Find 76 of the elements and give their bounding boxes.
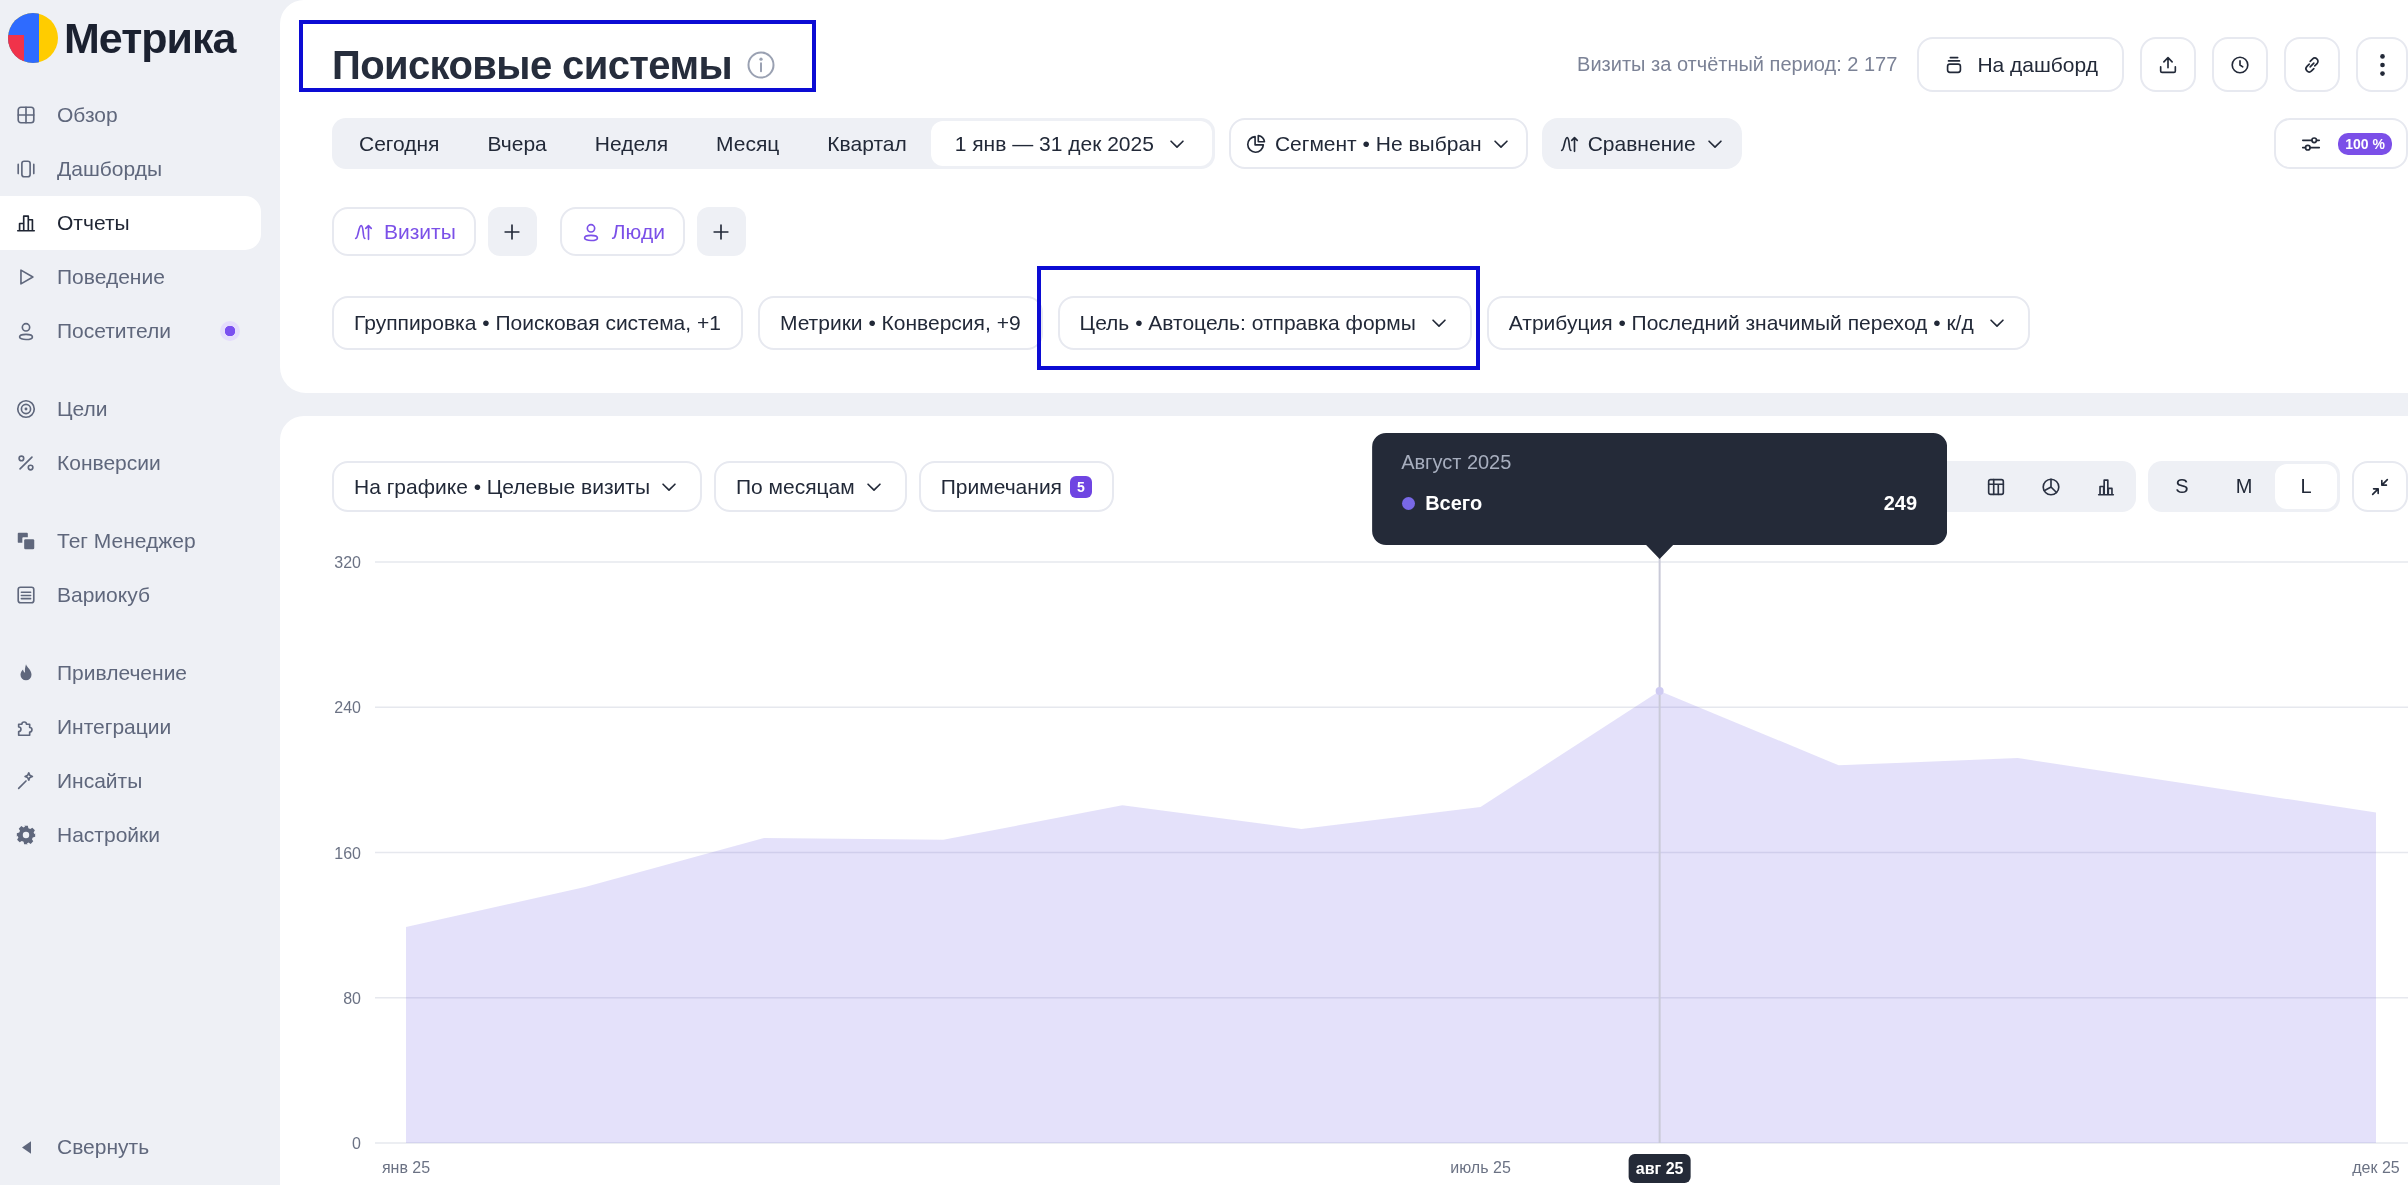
period-tab[interactable]: Квартал xyxy=(803,121,931,166)
sidebar-item[interactable]: Цели xyxy=(0,382,261,436)
add-to-dashboard-button[interactable]: На дашборд xyxy=(1917,37,2124,92)
y-axis-label: 320 xyxy=(334,554,361,571)
sidebar-item[interactable]: Инсайты xyxy=(0,754,261,808)
segment-dropdown[interactable]: Сегмент • Не выбран xyxy=(1228,118,1528,169)
pie-chart-icon xyxy=(2039,475,2062,498)
size-tab[interactable]: M xyxy=(2213,464,2275,509)
sidebar-item[interactable]: Привлечение xyxy=(0,646,261,700)
x-axis-label: июль 25 xyxy=(1450,1159,1511,1176)
bar-chart-icon xyxy=(15,212,37,234)
size-tab[interactable]: S xyxy=(2151,464,2213,509)
squares-icon xyxy=(15,530,37,552)
filter-dropdown[interactable]: Атрибуция • Последний значимый переход • к/д xyxy=(1486,296,2030,350)
settings-button[interactable]: 100 % xyxy=(2274,118,2408,169)
filter-dropdown[interactable]: Группировка • Поисковая система, +1 xyxy=(332,296,743,350)
period-tab[interactable]: Неделя xyxy=(570,121,693,166)
sidebar-item[interactable]: Интеграции xyxy=(0,700,261,754)
copy-link-button[interactable] xyxy=(2284,37,2340,92)
carousel-icon xyxy=(15,158,37,180)
sidebar-item[interactable]: Дашборды xyxy=(0,142,261,196)
notes-count-badge: 5 xyxy=(1070,475,1092,498)
pie-icon xyxy=(1244,132,1267,155)
chart-series-dropdown[interactable]: На графике • Целевые визиты xyxy=(332,461,702,512)
sidebar-item[interactable]: Конверсии xyxy=(0,436,261,490)
collapse-sidebar-button[interactable]: Свернуть xyxy=(0,1120,261,1174)
target-icon xyxy=(15,398,37,420)
date-range-dropdown[interactable]: 1 янв — 31 дек 2025 xyxy=(930,121,1212,166)
size-tab[interactable]: L xyxy=(2275,464,2337,509)
grid-icon xyxy=(15,104,37,126)
tooltip-series-label: Всего xyxy=(1425,491,1483,515)
filter-dropdown[interactable]: Метрики • Конверсия, +9 xyxy=(757,296,1043,350)
y-axis-label: 0 xyxy=(352,1135,361,1152)
sidebar-item[interactable]: Отчеты xyxy=(0,196,261,250)
more-icon xyxy=(2379,53,2385,76)
info-icon[interactable] xyxy=(746,49,776,80)
percent-badge: 100 % xyxy=(2338,132,2392,155)
add-button[interactable] xyxy=(487,207,537,256)
visits-total-text: Визиты за отчётный период: 2 177 xyxy=(1577,53,1898,76)
y-axis-label: 80 xyxy=(343,989,361,1007)
sidebar-item[interactable]: Вариокуб xyxy=(0,568,261,622)
grouping-dropdown[interactable]: По месяцам xyxy=(714,461,907,512)
caret-left-icon xyxy=(22,1140,31,1154)
percent-icon xyxy=(15,452,37,474)
hover-date-label: авг 25 xyxy=(1628,1154,1691,1183)
logo-icon xyxy=(8,13,58,63)
y-axis-label: 240 xyxy=(334,699,361,717)
period-tab[interactable]: Сегодня xyxy=(335,121,464,166)
history-button[interactable] xyxy=(2212,37,2268,92)
filter-dropdown[interactable]: Цель • Автоцель: отправка формы xyxy=(1057,296,1472,350)
point-marker-icon xyxy=(1655,686,1664,695)
sidebar-item[interactable]: Обзор xyxy=(0,88,261,142)
comparison-dropdown[interactable]: Сравнение xyxy=(1541,118,1742,169)
page-title: Поисковые системы xyxy=(332,44,732,85)
sidebar-item[interactable]: Настройки xyxy=(0,808,261,862)
sidebar-item[interactable]: Посетители xyxy=(0,304,261,358)
x-axis-label: дек 25 xyxy=(2352,1159,2400,1176)
x-tick-label: авг 25 xyxy=(1635,1160,1684,1177)
add-button[interactable] xyxy=(696,207,746,256)
sidebar-item[interactable]: Поведение xyxy=(0,250,261,304)
x-axis-label: янв 25 xyxy=(381,1159,431,1176)
period-tab[interactable]: Вчера xyxy=(463,121,571,166)
metric-chip[interactable]: Люди xyxy=(559,207,685,256)
metric-chip[interactable]: Визиты xyxy=(332,207,476,256)
clock-icon xyxy=(2229,53,2251,76)
logo-text: Метрика xyxy=(64,13,236,63)
tooltip-title: Август 2025 xyxy=(1401,450,1513,475)
export-button[interactable] xyxy=(2140,37,2196,92)
minimize-button[interactable] xyxy=(2352,461,2408,512)
period-tab[interactable]: Месяц xyxy=(692,121,804,166)
sidebar-item[interactable]: Тег Менеджер xyxy=(0,514,261,568)
y-axis-label: 160 xyxy=(334,844,361,862)
document-icon xyxy=(15,584,37,606)
tooltip-value: 249 xyxy=(1883,491,1918,515)
settings-icon xyxy=(15,824,37,846)
notes-button[interactable]: Примечания 5 xyxy=(918,461,1114,512)
